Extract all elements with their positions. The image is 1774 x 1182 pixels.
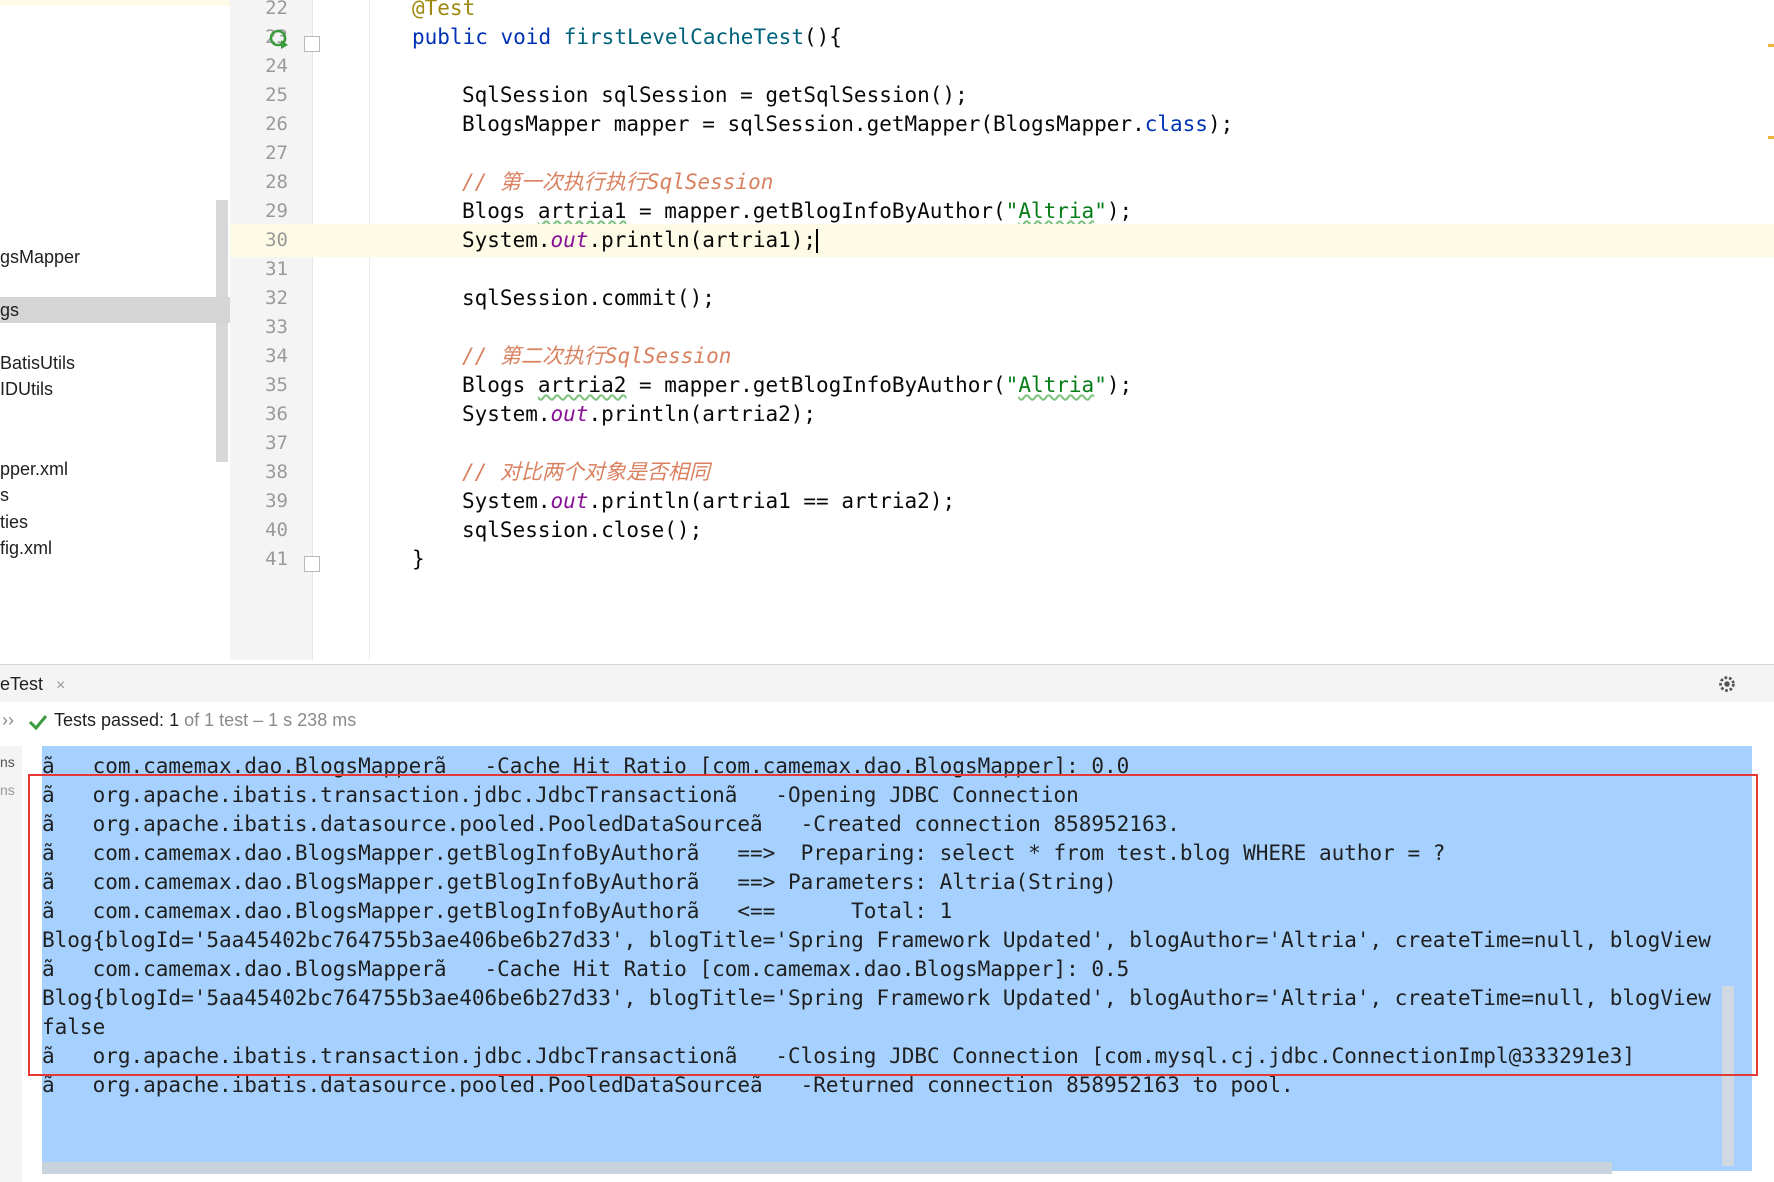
chevron-icon[interactable]: ››: [2, 710, 14, 731]
var-artria1: artria1: [537, 199, 627, 223]
tree-item-properties[interactable]: ties: [0, 509, 230, 535]
warning-marker[interactable]: [1768, 44, 1774, 47]
run-test-icon[interactable]: [268, 28, 290, 50]
tree-top-strip: [0, 0, 230, 6]
code-text: }: [412, 547, 425, 571]
fold-icon[interactable]: [304, 36, 320, 52]
line-number: 41: [265, 548, 288, 570]
kw-public: public: [412, 25, 488, 49]
test-status-bar: ›› Tests passed: 1 of 1 test – 1 s 238 m…: [0, 702, 1774, 742]
console-vertical-scrollbar[interactable]: [1722, 986, 1734, 1166]
run-tab-label: eTest: [0, 674, 44, 694]
console-horizontal-scrollbar[interactable]: [42, 1162, 1612, 1174]
run-panel-header: eTest ×: [0, 664, 1774, 703]
field-out: out: [550, 402, 589, 426]
status-rest: of 1 test – 1 s 238 ms: [184, 710, 357, 730]
test-tree-item[interactable]: ns: [0, 782, 22, 798]
test-status-text: Tests passed: 1 of 1 test – 1 s 238 ms: [54, 710, 356, 731]
check-icon: [28, 715, 48, 731]
var-artria2: artria2: [537, 373, 627, 397]
console-line: ã org.apache.ibatis.datasource.pooled.Po…: [42, 1073, 1294, 1097]
tree-item-mapper-xml[interactable]: pper.xml: [0, 456, 230, 482]
tree-item-blogs[interactable]: gs: [0, 297, 230, 323]
console-line: Blog{blogId='5aa45402bc764755b3ae406be6b…: [42, 986, 1711, 1010]
status-count: 1: [169, 710, 180, 730]
code-line[interactable]: 41 }: [230, 543, 1774, 576]
run-tab[interactable]: eTest ×: [0, 665, 73, 703]
gear-icon[interactable]: [1716, 673, 1738, 695]
string-literal: "Altria": [1005, 199, 1107, 223]
field-out: out: [550, 489, 589, 513]
fold-icon[interactable]: [304, 556, 320, 572]
warning-marker[interactable]: [1768, 136, 1774, 139]
tree-item-mybatisutils[interactable]: BatisUtils: [0, 350, 230, 376]
field-out: out: [550, 228, 589, 252]
test-tree-stub[interactable]: ns ns: [0, 746, 23, 1182]
console-right-gutter: [1762, 746, 1774, 1182]
tree-item-idutils[interactable]: IDUtils: [0, 376, 230, 402]
project-tree: gsMapper gs BatisUtils IDUtils pper.xml …: [0, 0, 231, 660]
tree-item-s[interactable]: s: [0, 482, 230, 508]
method-name: firstLevelCacheTest: [563, 25, 804, 49]
kw-void: void: [500, 25, 552, 49]
string-literal: "Altria": [1005, 373, 1107, 397]
close-icon[interactable]: ×: [56, 677, 65, 694]
tree-item-config-xml[interactable]: fig.xml: [0, 535, 230, 561]
status-prefix: Tests passed:: [54, 710, 165, 730]
tree-item-blogsmapper[interactable]: gsMapper: [0, 244, 230, 270]
text-caret: [816, 229, 819, 253]
kw-class: class: [1144, 112, 1208, 136]
project-scrollbar[interactable]: [216, 200, 228, 462]
test-tree-item[interactable]: ns: [0, 754, 22, 770]
